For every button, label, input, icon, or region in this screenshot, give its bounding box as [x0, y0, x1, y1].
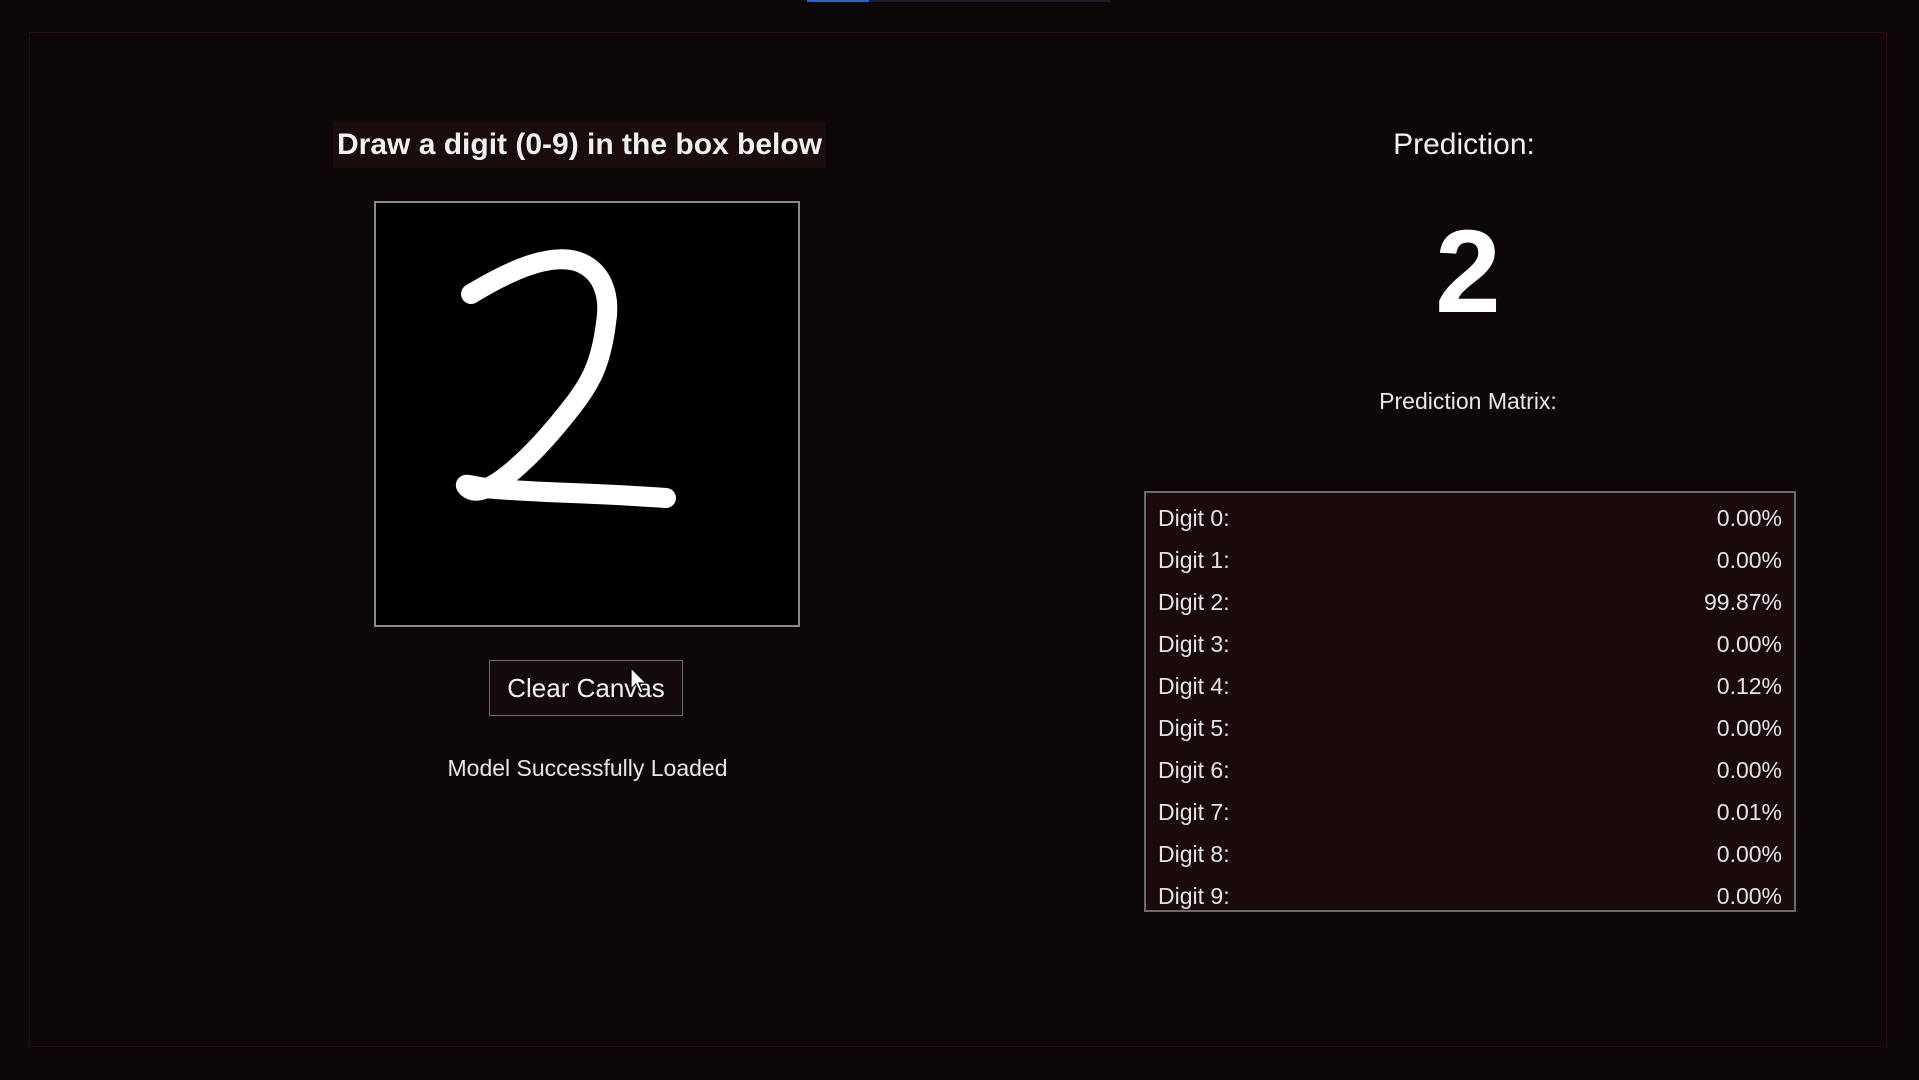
handwritten-digit-stroke [455, 249, 676, 508]
prediction-matrix: Digit 0: 0.00% Digit 1: 0.00% Digit 2: 9… [1144, 491, 1796, 912]
matrix-row-value: 0.00% [1716, 714, 1782, 741]
matrix-row-value: 99.87% [1703, 588, 1782, 615]
matrix-row-value: 0.00% [1716, 840, 1782, 867]
matrix-row-digit-0: Digit 0: 0.00% [1158, 497, 1782, 539]
matrix-row-value: 0.12% [1716, 672, 1782, 699]
matrix-row-value: 0.00% [1716, 756, 1782, 783]
drawing-panel: Draw a digit (0-9) in the box below Clea… [300, 118, 875, 798]
matrix-row-value: 0.00% [1716, 504, 1782, 531]
prediction-heading: Prediction: [1393, 128, 1535, 161]
matrix-row-label: Digit 2: [1158, 588, 1230, 615]
mouse-pointer-icon [630, 667, 648, 694]
matrix-row-value: 0.00% [1716, 630, 1782, 657]
matrix-row-label: Digit 0: [1158, 504, 1230, 531]
top-progress-indicator [807, 0, 1110, 2]
matrix-row-digit-6: Digit 6: 0.00% [1158, 749, 1782, 791]
matrix-row-label: Digit 8: [1158, 840, 1230, 867]
matrix-row-label: Digit 7: [1158, 798, 1230, 825]
matrix-row-label: Digit 4: [1158, 672, 1230, 699]
prediction-matrix-heading: Prediction Matrix: [1379, 388, 1557, 414]
matrix-row-label: Digit 3: [1158, 630, 1230, 657]
clear-canvas-button[interactable]: Clear Canvas [489, 660, 683, 716]
matrix-row-digit-3: Digit 3: 0.00% [1158, 623, 1782, 665]
matrix-row-label: Digit 6: [1158, 756, 1230, 783]
matrix-row-value: 0.00% [1716, 882, 1782, 909]
matrix-row-value: 0.00% [1716, 546, 1782, 573]
matrix-row-label: Digit 5: [1158, 714, 1230, 741]
matrix-row-value: 0.01% [1716, 798, 1782, 825]
matrix-row-digit-5: Digit 5: 0.00% [1158, 707, 1782, 749]
instruction-heading: Draw a digit (0-9) in the box below [333, 122, 827, 168]
page: Draw a digit (0-9) in the box below Clea… [0, 0, 1919, 1080]
top-progress-fill [807, 0, 869, 2]
matrix-row-digit-2: Digit 2: 99.87% [1158, 581, 1782, 623]
model-status-text: Model Successfully Loaded [447, 755, 728, 781]
matrix-row-digit-4: Digit 4: 0.12% [1158, 665, 1782, 707]
matrix-row-digit-1: Digit 1: 0.00% [1158, 539, 1782, 581]
drawing-canvas[interactable] [374, 201, 800, 627]
matrix-row-digit-8: Digit 8: 0.00% [1158, 833, 1782, 875]
matrix-row-digit-9: Digit 9: 0.00% [1158, 875, 1782, 917]
matrix-row-label: Digit 1: [1158, 546, 1230, 573]
matrix-row-label: Digit 9: [1158, 882, 1230, 909]
predicted-digit: 2 [1435, 206, 1501, 338]
matrix-row-digit-7: Digit 7: 0.01% [1158, 791, 1782, 833]
prediction-panel: Prediction: 2 Prediction Matrix: Digit 0… [1140, 118, 1800, 918]
